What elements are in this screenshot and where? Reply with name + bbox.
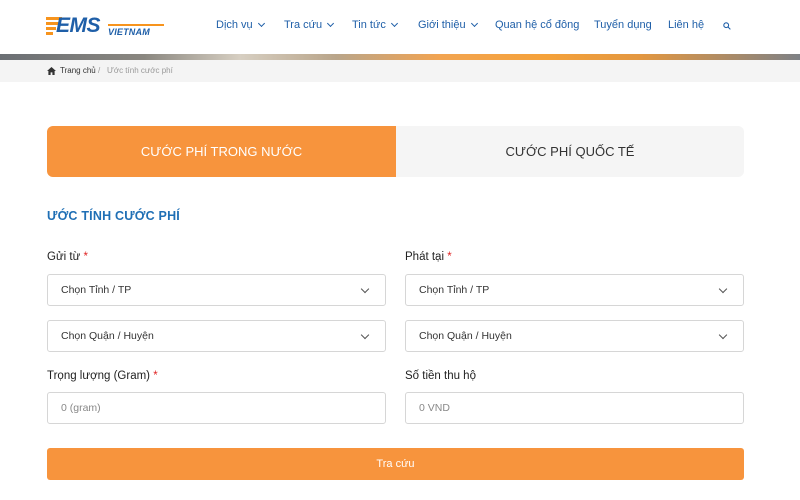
lookup-submit-button[interactable]: Tra cứu [47,448,744,480]
chevron-down-icon [390,19,398,28]
cod-label-text: Số tiền thu hộ [405,370,476,382]
cod-amount-input[interactable]: 0 VND [405,392,744,424]
select-value: Chọn Quận / Huyện [419,330,512,342]
nav-label: Quan hệ cổ đông [495,19,580,31]
chevron-down-icon [360,330,370,340]
nav-item-careers[interactable]: Tuyển dụng [594,19,652,31]
weight-input[interactable]: 0 (gram) [47,392,386,424]
nav-label: Liên hệ [668,19,705,31]
from-label: Gửi từ * [47,251,88,263]
weight-label: Trọng lượng (Gram) * [47,370,158,382]
select-value: Chọn Tỉnh / TP [61,284,132,296]
nav-item-about[interactable]: Giới thiệu [418,19,478,31]
cod-placeholder: 0 VND [419,402,450,414]
site-header: EMS VIETNAM Dịch vụ Tra cứu Tin tức Giới… [0,0,800,54]
chevron-down-icon [360,284,370,294]
to-label-text: Phát tại [405,251,444,263]
nav-item-contact[interactable]: Liên hệ [668,19,704,31]
to-province-select[interactable]: Chọn Tỉnh / TP [405,274,744,306]
ems-logo[interactable]: EMS VIETNAM [46,14,166,42]
chevron-down-icon [718,284,728,294]
select-value: Chọn Tỉnh / TP [419,284,490,296]
submit-label: Tra cứu [376,458,415,470]
tab-label: CƯỚC PHÍ QUỐC TẾ [505,144,635,159]
nav-item-investor-relations[interactable]: Quan hệ cổ đông [495,19,579,31]
required-mark: * [83,251,88,263]
cod-label: Số tiền thu hộ [405,370,476,382]
weight-label-text: Trọng lượng (Gram) [47,370,151,382]
chevron-down-icon [257,19,265,28]
nav-label: Dịch vụ [216,19,253,31]
nav-item-news[interactable]: Tin tức [352,19,398,31]
form-title: ƯỚC TÍNH CƯỚC PHÍ [47,209,180,223]
breadcrumb: Trang chủ / Ước tính cước phí [0,60,800,82]
breadcrumb-current: Ước tính cước phí [107,66,173,75]
tab-domestic-fee[interactable]: CƯỚC PHÍ TRONG NƯỚC [47,126,396,177]
nav-item-services[interactable]: Dịch vụ [216,19,265,31]
chevron-down-icon [718,330,728,340]
nav-label: Giới thiệu [418,19,466,31]
chevron-down-icon [470,19,478,28]
logo-underline [108,24,164,26]
nav-label: Tuyển dụng [594,19,652,31]
nav-item-lookup[interactable]: Tra cứu [284,19,335,31]
to-label: Phát tại * [405,251,452,263]
breadcrumb-separator: / [98,66,101,75]
tab-label: CƯỚC PHÍ TRONG NƯỚC [140,144,303,159]
from-province-select[interactable]: Chọn Tỉnh / TP [47,274,386,306]
chevron-down-icon [327,19,335,28]
logo-sub-text: VIETNAM [108,27,150,37]
required-mark: * [447,251,452,263]
to-district-select[interactable]: Chọn Quận / Huyện [405,320,744,352]
logo-main-text: EMS [56,14,101,37]
home-icon[interactable] [47,67,56,75]
select-value: Chọn Quận / Huyện [61,330,154,342]
search-icon[interactable] [723,22,731,30]
from-label-text: Gửi từ [47,251,81,263]
tab-international-fee[interactable]: CƯỚC PHÍ QUỐC TẾ [396,126,744,177]
weight-placeholder: 0 (gram) [61,402,101,414]
required-mark: * [153,370,158,382]
nav-label: Tra cứu [284,19,323,31]
breadcrumb-home-link[interactable]: Trang chủ [60,66,96,75]
nav-label: Tin tức [352,19,386,31]
from-district-select[interactable]: Chọn Quận / Huyện [47,320,386,352]
